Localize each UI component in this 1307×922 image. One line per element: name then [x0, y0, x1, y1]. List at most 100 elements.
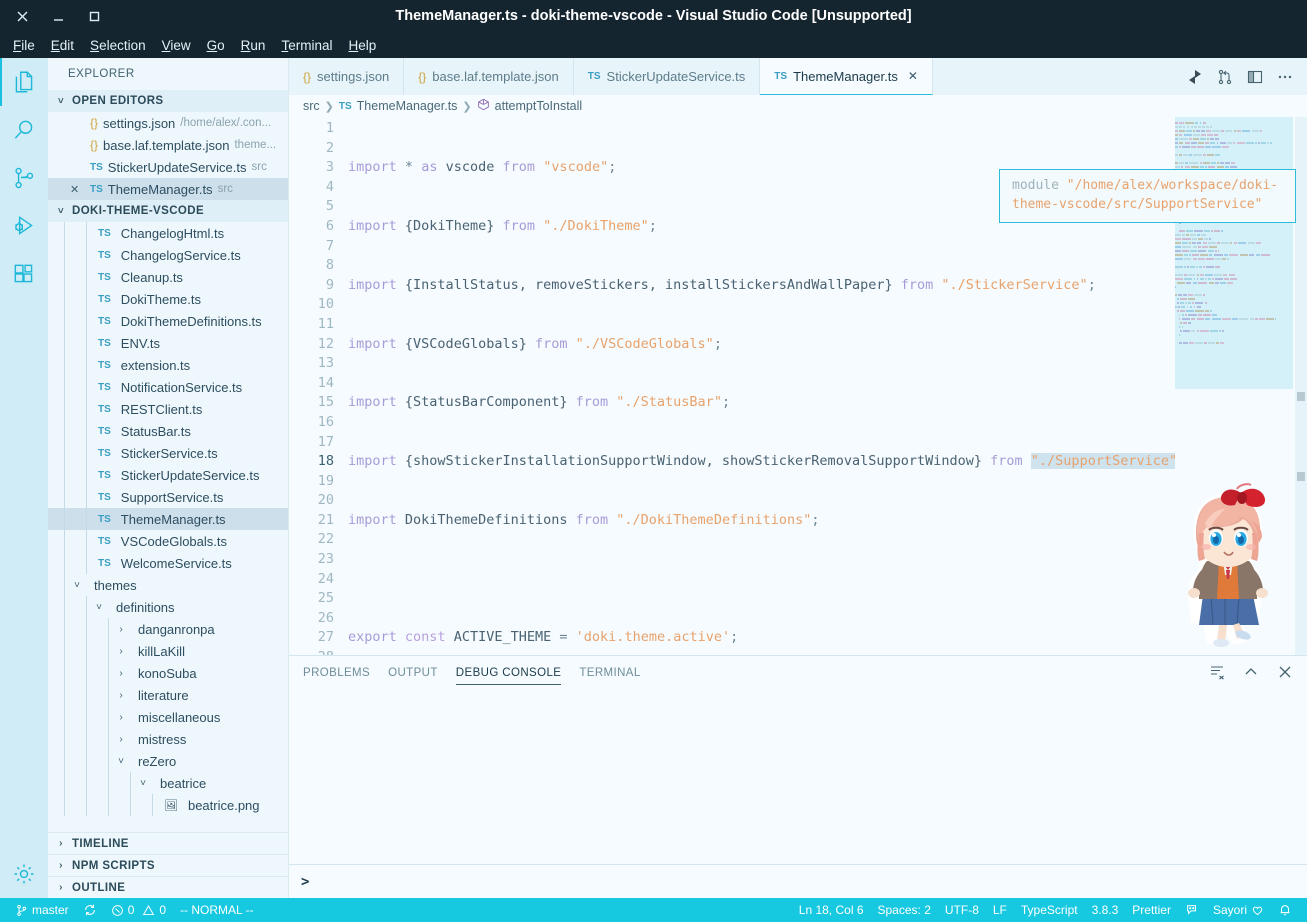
search-icon[interactable] [0, 106, 48, 154]
open-editor-base-laf-template-json[interactable]: {} base.laf.template.json theme... [48, 134, 288, 156]
split-editor-vertical-icon[interactable] [1187, 69, 1203, 85]
status-eol[interactable]: LF [986, 898, 1014, 922]
open-editor-settings-json[interactable]: {} settings.json /home/alex/.con... [48, 112, 288, 134]
typescript-file-icon: TS [338, 100, 352, 112]
status-encoding[interactable]: UTF-8 [938, 898, 986, 922]
minimap-slider[interactable] [1175, 117, 1293, 389]
section-timeline[interactable]: › TIMELINE [48, 832, 288, 854]
source-control-icon[interactable] [0, 154, 48, 202]
tree-file[interactable]: TS DokiThemeDefinitions.ts [48, 310, 288, 332]
menu-file[interactable]: File [6, 36, 42, 55]
tree-file[interactable]: TS NotificationService.ts [48, 376, 288, 398]
tree-folder[interactable]: ˅ themes [48, 574, 288, 596]
menu-help[interactable]: Help [341, 36, 383, 55]
tree-file[interactable]: TS StickerService.ts [48, 442, 288, 464]
tree-file[interactable]: TS StatusBar.ts [48, 420, 288, 442]
status-indentation[interactable]: Spaces: 2 [871, 898, 938, 922]
source-control-compare-icon[interactable] [1217, 69, 1233, 85]
panel-tab-bar: PROBLEMS OUTPUT DEBUG CONSOLE TERMINAL [289, 656, 1307, 690]
panel-tab-debug-console[interactable]: DEBUG CONSOLE [455, 661, 562, 685]
status-notifications[interactable] [1271, 898, 1299, 922]
tree-folder[interactable]: › mistress [48, 728, 288, 750]
activity-bar [0, 58, 48, 898]
tree-folder[interactable]: › konoSuba [48, 662, 288, 684]
tree-file[interactable]: TS StickerUpdateService.ts [48, 464, 288, 486]
toggle-panel-icon[interactable] [1247, 69, 1263, 85]
section-workspace-folder[interactable]: ˅ DOKI-THEME-VSCODE [48, 200, 288, 222]
status-branch[interactable]: master [8, 898, 76, 922]
tree-file[interactable]: TS WelcomeService.ts [48, 552, 288, 574]
status-remote-indicator[interactable] [1178, 898, 1206, 922]
section-npm-scripts[interactable]: › NPM SCRIPTS [48, 854, 288, 876]
menu-go[interactable]: Go [200, 36, 232, 55]
maximize-icon[interactable] [86, 8, 102, 24]
status-sync[interactable] [76, 898, 104, 922]
explorer-icon[interactable] [0, 58, 48, 106]
tree-file[interactable]: TS VSCodeGlobals.ts [48, 530, 288, 552]
prompt-chevron-icon: > [301, 873, 310, 890]
status-problems[interactable]: 0 0 [104, 898, 173, 922]
tree-file[interactable]: TS Cleanup.ts [48, 266, 288, 288]
close-icon[interactable]: ✕ [908, 69, 918, 83]
tree-file[interactable]: 🖼 beatrice.png [48, 794, 288, 816]
status-typescript-version[interactable]: 3.8.3 [1085, 898, 1126, 922]
close-panel-icon[interactable] [1277, 664, 1293, 683]
tab-base-laf-template-json[interactable]: {} base.laf.template.json [404, 58, 574, 95]
panel-tab-output[interactable]: OUTPUT [388, 661, 438, 685]
code-editor[interactable]: 1 2 3 4 5 6 7 8 9 10 11 12 13 14 15 16 17 18 19 20 21 22 23 24 2… [289, 117, 1307, 655]
status-cursor-position[interactable]: Ln 18, Col 6 [792, 898, 871, 922]
section-open-editors[interactable]: ˅ OPEN EDITORS [48, 90, 288, 112]
typescript-file-icon: TS [98, 359, 111, 371]
menu-view[interactable]: View [155, 36, 198, 55]
close-icon[interactable]: ✕ [70, 183, 79, 196]
tree-folder[interactable]: ˅ definitions [48, 596, 288, 618]
run-and-debug-icon[interactable] [0, 202, 48, 250]
indent-guide [64, 706, 65, 728]
indent-guide [64, 420, 65, 442]
tree-file[interactable]: TS DokiTheme.ts [48, 288, 288, 310]
tree-folder[interactable]: › literature [48, 684, 288, 706]
tree-folder[interactable]: ˅ reZero [48, 750, 288, 772]
breadcrumb-symbol[interactable]: attemptToInstall [495, 99, 583, 113]
debug-console-input[interactable]: > [289, 864, 1307, 898]
clear-console-icon[interactable] [1209, 664, 1225, 683]
tab-stickerupdateservice-ts[interactable]: TS StickerUpdateService.ts [573, 58, 761, 95]
tab-settings-json[interactable]: {} settings.json [289, 58, 405, 95]
tree-file[interactable]: TS extension.ts [48, 354, 288, 376]
tab-thememanager-ts[interactable]: TS ThemeManager.ts ✕ [760, 58, 933, 95]
menu-run[interactable]: Run [234, 36, 273, 55]
tree-folder[interactable]: › miscellaneous [48, 706, 288, 728]
breadcrumb-src[interactable]: src [303, 99, 320, 113]
tree-folder[interactable]: › danganronpa [48, 618, 288, 640]
menu-terminal[interactable]: Terminal [274, 36, 339, 55]
panel-tab-terminal[interactable]: TERMINAL [579, 661, 640, 685]
open-editor-thememanager-ts[interactable]: ✕ TS ThemeManager.ts src [48, 178, 288, 200]
status-formatter[interactable]: Prettier [1125, 898, 1178, 922]
breadcrumb-file[interactable]: ThemeManager.ts [357, 99, 458, 113]
menu-selection[interactable]: Selection [83, 36, 153, 55]
tree-file[interactable]: TS ENV.ts [48, 332, 288, 354]
tree-file[interactable]: TS SupportService.ts [48, 486, 288, 508]
tree-folder[interactable]: ˅ beatrice [48, 772, 288, 794]
tree-file[interactable]: TS ChangelogService.ts [48, 244, 288, 266]
extensions-icon[interactable] [0, 250, 48, 298]
close-icon[interactable] [14, 8, 30, 24]
status-doki-theme[interactable]: Sayori [1206, 898, 1271, 922]
tree-file[interactable]: TS ThemeManager.ts [48, 508, 288, 530]
panel-actions [1209, 664, 1307, 683]
chevron-right-icon: › [119, 667, 123, 679]
section-outline[interactable]: › OUTLINE [48, 876, 288, 898]
panel-tab-problems[interactable]: PROBLEMS [303, 661, 370, 685]
more-actions-icon[interactable] [1277, 69, 1293, 85]
settings-gear-icon[interactable] [0, 850, 48, 898]
tree-file[interactable]: TS RESTClient.ts [48, 398, 288, 420]
menu-edit[interactable]: Edit [44, 36, 81, 55]
maximize-panel-icon[interactable] [1243, 664, 1259, 683]
minimize-icon[interactable] [50, 8, 66, 24]
tree-file[interactable]: TS ChangelogHtml.ts [48, 222, 288, 244]
tree-folder[interactable]: › killLaKill [48, 640, 288, 662]
status-language-mode[interactable]: TypeScript [1014, 898, 1085, 922]
open-editor-stickerupdateservice-ts[interactable]: TS StickerUpdateService.ts src [48, 156, 288, 178]
indent-guide [64, 376, 65, 398]
editor-scrollbar[interactable] [1295, 117, 1307, 655]
